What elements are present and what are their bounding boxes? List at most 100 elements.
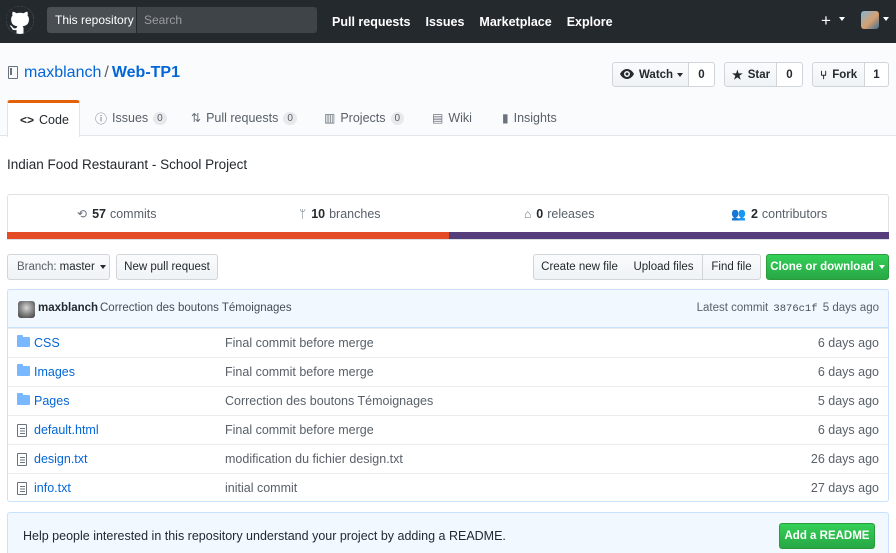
graph-icon: ▮ xyxy=(502,111,509,125)
file-age: 6 days ago xyxy=(817,423,879,437)
tab-projects[interactable]: ▥ Projects 0 xyxy=(324,100,405,136)
upload-files-button[interactable]: Upload files xyxy=(625,254,703,280)
file-name-link[interactable]: CSS xyxy=(34,336,60,350)
file-commit-message[interactable]: Final commit before merge xyxy=(225,336,374,350)
tab-label: Issues xyxy=(112,111,149,125)
github-logo-icon[interactable] xyxy=(6,6,34,34)
history-icon: ⟲ xyxy=(77,207,88,221)
file-name-link[interactable]: Images xyxy=(34,365,75,379)
nav-issues[interactable]: Issues xyxy=(426,15,465,29)
tab-label: Pull requests xyxy=(206,111,279,125)
tab-issues[interactable]: ⓘ Issues 0 xyxy=(95,100,167,136)
tab-counter: 0 xyxy=(153,111,167,125)
language-segment-html xyxy=(449,232,889,239)
fork-button[interactable]: ⑂ Fork xyxy=(812,62,865,87)
find-file-button[interactable]: Find file xyxy=(702,254,761,280)
tab-wiki[interactable]: ▤ Wiki xyxy=(432,100,472,136)
tab-pull-requests[interactable]: ⇅ Pull requests 0 xyxy=(191,100,297,136)
user-avatar[interactable] xyxy=(861,11,879,29)
code-icon: <> xyxy=(20,113,35,127)
latest-commit-info: Latest commit 3876c1f 5 days ago xyxy=(697,302,879,315)
tab-counter: 0 xyxy=(283,111,297,125)
tag-icon: ⌂ xyxy=(524,207,532,221)
table-row: default.html Final commit before merge 6… xyxy=(8,415,888,444)
releases-link[interactable]: ⌂ 0 releases xyxy=(524,207,594,221)
header-nav: Pull requests Issues Marketplace Explore xyxy=(332,0,628,43)
search-input[interactable] xyxy=(138,7,317,33)
branches-count: 10 xyxy=(311,207,326,221)
file-name-link[interactable]: design.txt xyxy=(34,452,88,466)
clone-download-button[interactable]: Clone or download xyxy=(766,254,889,280)
branch-label: Branch: xyxy=(17,261,57,273)
star-count[interactable]: 0 xyxy=(777,62,803,87)
table-row: info.txt initial commit 27 days ago xyxy=(8,473,888,501)
latest-commit-label: Latest commit xyxy=(696,302,769,314)
repo-name-link[interactable]: Web-TP1 xyxy=(112,64,180,81)
nav-pull-requests[interactable]: Pull requests xyxy=(332,15,411,29)
repo-separator: / xyxy=(104,64,109,81)
commits-label: commits xyxy=(109,207,157,221)
create-new-file-button[interactable]: Create new file xyxy=(533,254,626,280)
file-name-link[interactable]: default.html xyxy=(34,423,99,437)
file-icon xyxy=(17,424,27,437)
pull-request-icon: ⇅ xyxy=(191,111,202,125)
tab-insights[interactable]: ▮ Insights xyxy=(502,100,557,136)
file-age: 5 days ago xyxy=(817,394,879,408)
chevron-down-icon[interactable] xyxy=(883,17,889,21)
commit-author-link[interactable]: maxblanch xyxy=(38,302,98,314)
commit-message-link[interactable]: Correction des boutons Témoignages xyxy=(100,302,292,314)
file-commit-message[interactable]: modification du fichier design.txt xyxy=(225,452,403,466)
file-age: 26 days ago xyxy=(810,452,879,466)
star-button[interactable]: ★ Star xyxy=(724,62,777,87)
branches-link[interactable]: ᛘ 10 branches xyxy=(299,207,381,221)
chevron-down-icon[interactable] xyxy=(839,17,845,21)
language-segment-css xyxy=(7,232,449,239)
fork-count[interactable]: 1 xyxy=(865,62,889,87)
file-commit-message[interactable]: initial commit xyxy=(225,481,297,495)
chevron-down-icon xyxy=(878,265,885,269)
add-readme-button[interactable]: Add a README xyxy=(779,523,875,549)
file-commit-message[interactable]: Final commit before merge xyxy=(225,423,374,437)
readme-prompt-text: Help people interested in this repositor… xyxy=(23,529,506,543)
plus-icon[interactable]: + xyxy=(821,12,831,29)
nav-explore[interactable]: Explore xyxy=(567,15,613,29)
latest-commit-bar: maxblanch Correction des boutons Témoign… xyxy=(8,290,888,328)
commits-link[interactable]: ⟲ 57 commits xyxy=(77,207,157,221)
watch-button[interactable]: Watch xyxy=(612,62,689,87)
table-row: Pages Correction des boutons Témoignages… xyxy=(8,386,888,415)
star-label: Star xyxy=(747,68,771,81)
fork-label: Fork xyxy=(832,68,858,81)
language-bar[interactable] xyxy=(7,232,889,239)
repo-owner-link[interactable]: maxblanch xyxy=(24,64,101,81)
chevron-down-icon xyxy=(99,265,106,269)
file-name-link[interactable]: Pages xyxy=(34,394,69,408)
people-icon: 👥 xyxy=(731,207,746,221)
global-header: This repository Pull requests Issues Mar… xyxy=(0,0,896,43)
clone-label: Clone or download xyxy=(770,261,874,273)
tab-label: Projects xyxy=(340,111,386,125)
wiki-icon: ▤ xyxy=(432,111,444,125)
tab-label: Wiki xyxy=(448,111,472,125)
new-pull-request-button[interactable]: New pull request xyxy=(116,254,218,280)
file-icon xyxy=(17,482,27,495)
contributors-link[interactable]: 👥 2 contributors xyxy=(731,207,827,221)
commits-count: 57 xyxy=(92,207,106,221)
tab-code[interactable]: <> Code xyxy=(7,100,80,137)
nav-marketplace[interactable]: Marketplace xyxy=(479,15,551,29)
repo-title: maxblanch / Web-TP1 xyxy=(24,64,180,82)
file-age: 27 days ago xyxy=(810,481,879,495)
branch-icon: ᛘ xyxy=(299,207,307,221)
branch-select-button[interactable]: Branch: master xyxy=(7,254,110,280)
avatar[interactable] xyxy=(18,301,35,318)
file-name-link[interactable]: info.txt xyxy=(34,481,71,495)
file-commit-message[interactable]: Correction des boutons Témoignages xyxy=(225,394,433,408)
search-scope-label: This repository xyxy=(47,7,137,33)
file-commit-message[interactable]: Final commit before merge xyxy=(225,365,374,379)
commit-age: 5 days ago xyxy=(822,302,879,314)
contributors-count: 2 xyxy=(750,207,758,221)
commit-sha-link[interactable]: 3876c1f xyxy=(773,303,817,315)
star-icon: ★ xyxy=(732,67,743,82)
watch-count[interactable]: 0 xyxy=(689,62,715,87)
releases-label: releases xyxy=(547,207,595,221)
releases-count: 0 xyxy=(536,207,544,221)
